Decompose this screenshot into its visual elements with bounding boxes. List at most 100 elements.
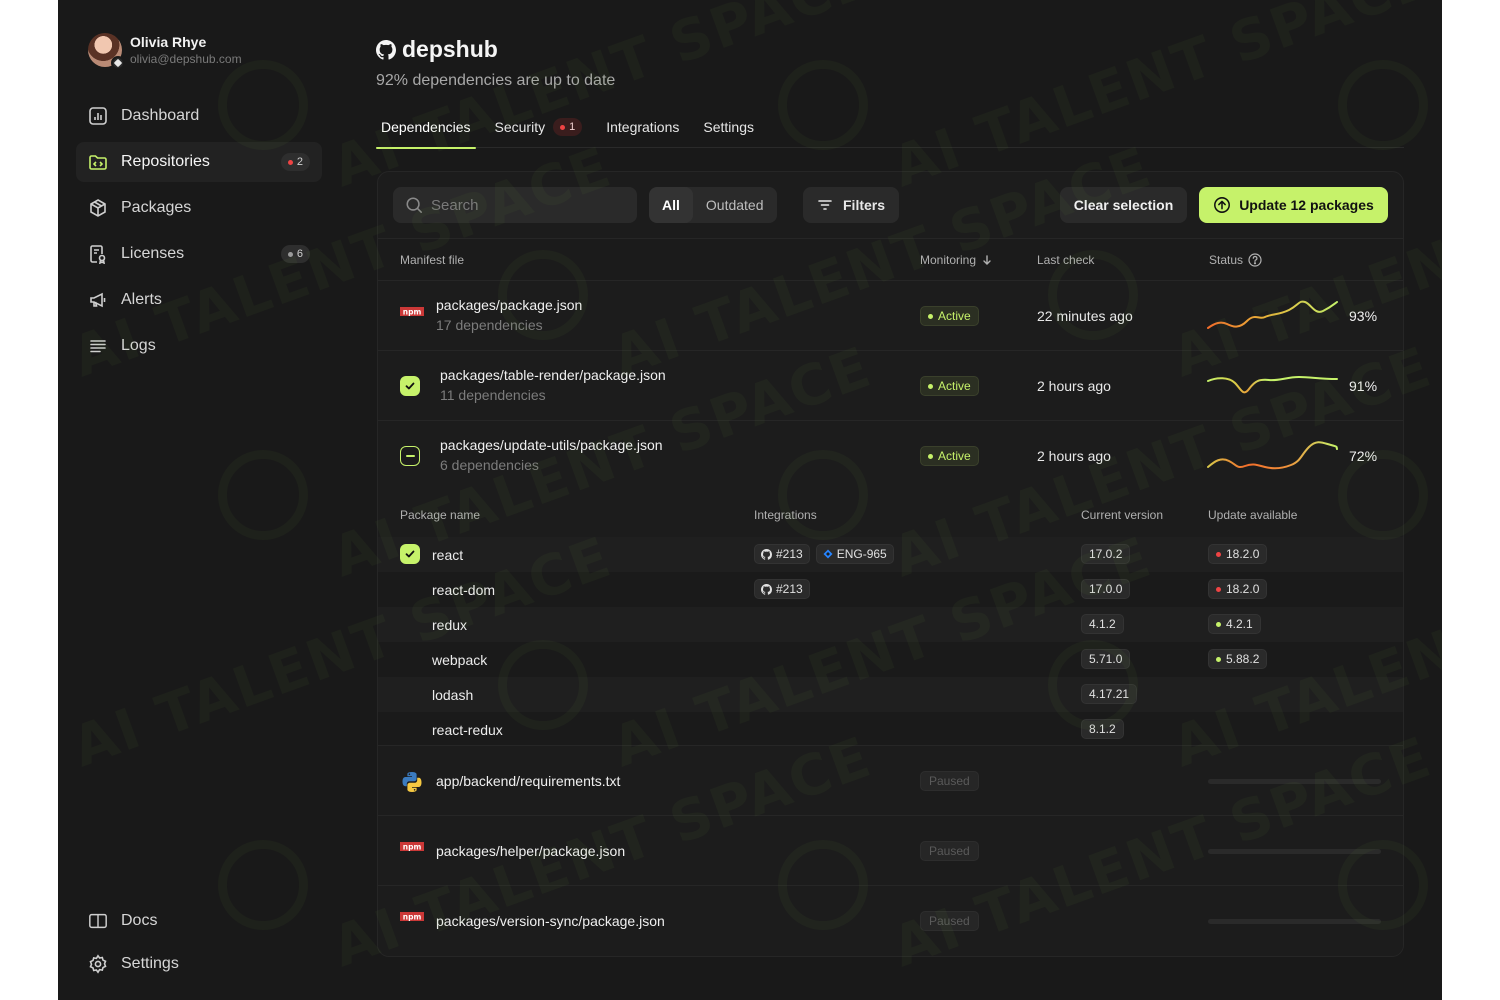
integrations-list: #213 ENG-965 — [754, 544, 894, 564]
sidebar-item-label: Logs — [121, 337, 156, 354]
table-row-expanded[interactable]: packages/update-utils/package.json 6 dep… — [378, 421, 1403, 491]
package-row[interactable]: react-redux 8.1.2 — [378, 712, 1403, 747]
count-badge: 1 — [553, 118, 583, 136]
npm-icon: npm — [400, 842, 424, 852]
search-icon — [406, 197, 422, 213]
arrow-up-circle-icon — [1214, 197, 1231, 213]
search-box[interactable] — [393, 187, 637, 223]
user-profile[interactable]: Olivia Rhye olivia@depshub.com — [88, 32, 242, 70]
table-row[interactable]: packages/table-render/package.json 11 de… — [378, 351, 1403, 421]
current-version: 17.0.0 — [1081, 579, 1131, 599]
megaphone-icon — [88, 290, 108, 310]
verified-badge-icon — [111, 56, 125, 70]
table-row[interactable]: npm packages/package.json 17 dependencie… — [378, 281, 1403, 351]
npm-icon: npm — [400, 307, 424, 317]
status-placeholder-bar — [1208, 919, 1381, 924]
integration-tag-github[interactable]: #213 — [754, 544, 810, 564]
tab-dependencies[interactable]: Dependencies — [376, 106, 476, 149]
table-header: Manifest file Monitoring Last check Stat… — [378, 238, 1403, 281]
sidebar-bottom-nav: Docs Settings — [76, 902, 322, 988]
sidebar-item-label: Alerts — [121, 291, 162, 308]
dependency-count: 6 dependencies — [440, 457, 539, 473]
manifest-file-name: packages/helper/package.json — [436, 843, 626, 859]
filter-lines-icon — [818, 200, 832, 210]
table-row[interactable]: npm packages/version-sync/package.json P… — [378, 886, 1403, 956]
count-badge: 2 — [280, 153, 310, 171]
package-name: webpack — [432, 652, 488, 668]
update-version-badge[interactable]: 5.88.2 — [1208, 649, 1268, 669]
status-badge: Paused — [920, 771, 979, 791]
sidebar-item-packages[interactable]: Packages — [76, 188, 322, 228]
package-row[interactable]: lodash 4.17.21 — [378, 677, 1403, 712]
manifest-file-name: packages/table-render/package.json — [440, 367, 666, 383]
integration-tag-github[interactable]: #213 — [754, 579, 810, 599]
sidebar-item-alerts[interactable]: Alerts — [76, 280, 322, 320]
search-input[interactable] — [431, 196, 621, 214]
package-name: react — [432, 547, 464, 563]
tab-settings[interactable]: Settings — [698, 106, 759, 148]
filter-segment: All Outdated — [649, 187, 777, 223]
sidebar-item-repositories[interactable]: Repositories 2 — [76, 142, 322, 182]
sidebar-item-docs[interactable]: Docs — [76, 902, 322, 940]
github-icon — [376, 39, 396, 60]
dependency-count: 11 dependencies — [440, 387, 546, 403]
sidebar-item-settings[interactable]: Settings — [76, 945, 322, 983]
status-percent: 72% — [1349, 448, 1378, 464]
last-check-time: 22 minutes ago — [1037, 308, 1133, 324]
manifest-file-name: app/backend/requirements.txt — [436, 773, 621, 789]
package-table-header: Package name Integrations Current versio… — [378, 493, 1403, 537]
book-icon — [88, 911, 108, 931]
update-packages-button[interactable]: Update 12 packages — [1199, 187, 1388, 223]
update-version-badge[interactable]: 4.2.1 — [1208, 614, 1261, 634]
folder-code-icon — [88, 152, 108, 172]
column-header-last-check: Last check — [1037, 253, 1095, 267]
update-version-badge[interactable]: 18.2.0 — [1208, 579, 1268, 599]
package-row[interactable]: redux 4.1.2 4.2.1 — [378, 607, 1403, 642]
manifest-file-name: packages/update-utils/package.json — [440, 437, 663, 453]
sidebar-item-logs[interactable]: Logs — [76, 326, 322, 366]
page-subtitle: 92% dependencies are up to date — [376, 72, 616, 89]
table-row[interactable]: npm packages/helper/package.json Paused — [378, 816, 1403, 886]
status-placeholder-bar — [1208, 779, 1381, 784]
segment-all[interactable]: All — [649, 187, 693, 223]
update-version-badge[interactable]: 18.2.0 — [1208, 544, 1268, 564]
row-checkbox-indeterminate[interactable] — [400, 446, 420, 466]
column-header-package-name: Package name — [400, 508, 481, 522]
integration-tag-jira[interactable]: ENG-965 — [815, 544, 894, 564]
row-checkbox-checked[interactable] — [400, 544, 420, 564]
package-name: lodash — [432, 687, 474, 703]
status-badge: Active — [920, 306, 979, 326]
clear-selection-button[interactable]: Clear selection — [1060, 187, 1187, 223]
column-header-integrations: Integrations — [754, 508, 817, 522]
arrow-down-icon — [983, 255, 991, 265]
current-version: 4.17.21 — [1081, 684, 1138, 704]
sidebar-item-dashboard[interactable]: Dashboard — [76, 96, 322, 136]
svg-text:npm: npm — [403, 843, 422, 852]
status-sparkline — [1207, 375, 1338, 394]
column-header-monitoring[interactable]: Monitoring — [920, 253, 993, 267]
segment-outdated[interactable]: Outdated — [693, 187, 777, 223]
count-badge: 6 — [280, 245, 310, 263]
row-checkbox-checked[interactable] — [400, 376, 420, 396]
svg-text:npm: npm — [403, 913, 422, 922]
jira-icon — [823, 549, 833, 559]
table-row[interactable]: app/backend/requirements.txt Paused — [378, 746, 1403, 816]
filters-button[interactable]: Filters — [803, 187, 900, 223]
status-badge: Active — [920, 376, 979, 396]
status-badge: Paused — [920, 911, 979, 931]
tab-security[interactable]: Security 1 — [490, 106, 588, 148]
package-row[interactable]: webpack 5.71.0 5.88.2 — [378, 642, 1403, 677]
dashboard-icon — [88, 106, 108, 126]
tab-integrations[interactable]: Integrations — [601, 106, 684, 148]
sidebar-item-label: Packages — [121, 199, 192, 216]
package-row[interactable]: react #213 ENG-965 17.0.2 18.2.0 — [378, 537, 1403, 572]
last-check-time: 2 hours ago — [1037, 448, 1111, 464]
sidebar-item-label: Docs — [121, 912, 158, 929]
dependency-count: 17 dependencies — [436, 317, 543, 333]
sidebar-item-licenses[interactable]: Licenses 6 — [76, 234, 322, 274]
package-row[interactable]: react-dom #213 17.0.0 18.2.0 — [378, 572, 1403, 607]
current-version: 5.71.0 — [1081, 649, 1131, 669]
svg-text:npm: npm — [403, 308, 422, 317]
user-email: olivia@depshub.com — [130, 51, 242, 66]
help-circle-icon[interactable] — [1248, 253, 1262, 267]
